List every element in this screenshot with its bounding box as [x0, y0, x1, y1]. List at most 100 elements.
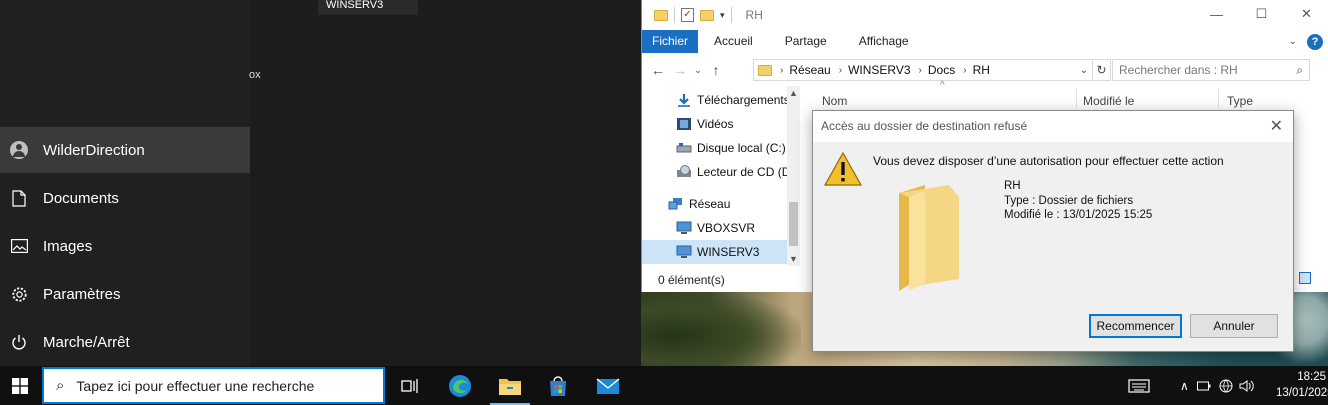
nav-item-cd-drive[interactable]: Lecteur de CD (D [676, 160, 787, 184]
nav-item-downloads[interactable]: Téléchargements [676, 88, 787, 112]
user-avatar-icon [10, 141, 28, 159]
volume-icon[interactable] [1239, 379, 1255, 393]
sort-indicator-icon: ^ [940, 80, 945, 91]
cancel-button[interactable]: Annuler [1190, 314, 1278, 338]
nav-item-vboxsvr[interactable]: VBOXSVR [676, 216, 787, 240]
nav-item-videos[interactable]: Vidéos [676, 112, 787, 136]
start-documents[interactable]: Documents [0, 175, 250, 221]
column-type[interactable]: Type [1227, 94, 1253, 108]
retry-button[interactable]: Recommencer [1089, 314, 1182, 338]
start-power[interactable]: Marche/Arrêt [0, 319, 250, 365]
microsoft-store-icon [550, 375, 566, 396]
forward-arrow-icon[interactable]: → [669, 62, 691, 78]
customize-toolbar-icon[interactable]: ▾ [720, 10, 725, 21]
breadcrumb-docs[interactable]: Docs [928, 63, 955, 77]
clock-time: 18:25 [1297, 371, 1326, 383]
recent-locations-icon[interactable]: ⌄ [691, 65, 705, 76]
clock-date: 13/01/2025 [1276, 387, 1328, 399]
details-view-icon[interactable] [1299, 272, 1311, 284]
edge-taskbar-button[interactable] [436, 366, 484, 405]
dialog-close-icon[interactable]: ✕ [1270, 111, 1283, 142]
start-images-label: Images [43, 237, 93, 255]
chevron-down-icon[interactable]: ⌄ [1289, 36, 1297, 47]
nav-item-network[interactable]: Réseau [668, 192, 787, 216]
file-modified: Modifié le : 13/01/2025 15:25 [1004, 209, 1153, 221]
file-type: Type : Dossier de fichiers [1004, 194, 1134, 207]
scroll-up-icon[interactable]: ▲ [787, 88, 800, 98]
taskbar-clock[interactable]: 18:25 13/01/2025 [1276, 369, 1328, 401]
nav-item-local-disk[interactable]: Disque local (C:) [676, 136, 787, 160]
scroll-down-icon[interactable]: ▼ [787, 254, 800, 264]
mail-taskbar-button[interactable] [584, 366, 632, 405]
gear-icon [10, 285, 28, 303]
scrollbar-thumb[interactable] [789, 202, 798, 246]
cd-drive-icon [677, 165, 691, 177]
start-button[interactable] [0, 366, 40, 405]
search-icon: ⌕ [1296, 63, 1303, 77]
task-view-button[interactable] [386, 366, 434, 405]
globe-icon[interactable] [1219, 379, 1233, 393]
refresh-icon[interactable]: ↻ [1093, 59, 1111, 81]
new-folder-icon[interactable] [700, 9, 714, 21]
breadcrumb-rh[interactable]: RH [973, 63, 990, 77]
access-denied-dialog: Accès au dossier de destination refusé ✕… [812, 110, 1294, 352]
file-name: RH [1004, 180, 1021, 192]
chevron-up-icon[interactable]: ∧ [1180, 379, 1189, 393]
drive-icon [676, 143, 692, 153]
breadcrumb-network[interactable]: Réseau [789, 63, 830, 77]
explorer-titlebar: ✓ ▾ RH — ☐ ✕ [642, 0, 1328, 30]
taskbar-search-input[interactable]: ⌕ Tapez ici pour effectuer une recherche [42, 367, 385, 404]
navigation-pane-scrollbar[interactable]: ▲ ▼ [787, 86, 800, 266]
file-info: RH Type : Dossier de fichiers Modifié le… [1004, 179, 1152, 223]
edge-browser-icon [449, 374, 471, 397]
search-icon: ⌕ [56, 377, 65, 394]
start-tile-label[interactable]: WINSERV3 [318, 0, 418, 15]
folder-icon [654, 9, 668, 21]
start-settings[interactable]: Paramètres [0, 271, 250, 317]
start-images[interactable]: Images [0, 223, 250, 269]
video-icon [677, 118, 691, 130]
taskbar: ⌕ Tapez ici pour effectuer une recherche… [0, 366, 1328, 405]
back-arrow-icon[interactable]: ← [647, 62, 669, 78]
nav-item-winserv3[interactable]: WINSERV3 [642, 240, 787, 264]
breadcrumb-winserv3[interactable]: WINSERV3 [848, 63, 910, 77]
quick-access-toolbar: ✓ ▾ [654, 7, 732, 23]
start-user-account[interactable]: WilderDirection [0, 127, 250, 173]
start-pane-truncated-text: ox [249, 69, 261, 81]
task-view-icon [401, 378, 418, 393]
folder-search-input[interactable]: Rechercher dans : RH ⌕ [1112, 59, 1310, 81]
up-arrow-icon[interactable]: ↑ [705, 62, 727, 78]
wallpaper-foliage [641, 290, 801, 366]
power-icon [10, 333, 28, 351]
mail-icon [596, 377, 620, 394]
file-explorer-taskbar-button[interactable] [486, 366, 534, 405]
maximize-button[interactable]: ☐ [1239, 0, 1284, 28]
close-button[interactable]: ✕ [1284, 0, 1328, 28]
tab-view[interactable]: Affichage [843, 30, 925, 53]
tab-home[interactable]: Accueil [698, 30, 769, 53]
keyboard-icon[interactable] [1128, 378, 1150, 394]
warning-icon [823, 151, 863, 186]
status-item-count: 0 élément(s) [658, 273, 725, 287]
address-history-icon[interactable]: ⌄ [1080, 65, 1088, 76]
window-controls: — ☐ ✕ [1194, 0, 1328, 28]
start-power-label: Marche/Arrêt [43, 333, 130, 351]
address-bar[interactable]: › Réseau › WINSERV3 › Docs › RH ⌄ [753, 59, 1093, 81]
navigation-pane: Téléchargements Vidéos Disque local (C:)… [642, 86, 800, 266]
navigation-bar: ← → ⌄ ↑ › Réseau › WINSERV3 › Docs › RH … [642, 57, 1328, 83]
nav-item-label: Réseau [689, 197, 731, 211]
store-taskbar-button[interactable] [534, 366, 582, 405]
folder-icon [899, 185, 959, 291]
battery-icon[interactable] [1196, 381, 1211, 391]
file-explorer-icon [499, 378, 521, 395]
tab-share[interactable]: Partage [769, 30, 843, 53]
dialog-title: Accès au dossier de destination refusé [813, 111, 1293, 142]
system-tray: ∧ [1128, 366, 1255, 405]
properties-icon[interactable]: ✓ [681, 8, 694, 22]
help-icon[interactable]: ? [1307, 33, 1323, 50]
minimize-button[interactable]: — [1194, 0, 1239, 28]
tab-file[interactable]: Fichier [642, 30, 699, 53]
column-name[interactable]: Nom [822, 94, 847, 108]
column-modified[interactable]: Modifié le [1083, 94, 1134, 108]
view-toggle[interactable] [1299, 268, 1328, 288]
